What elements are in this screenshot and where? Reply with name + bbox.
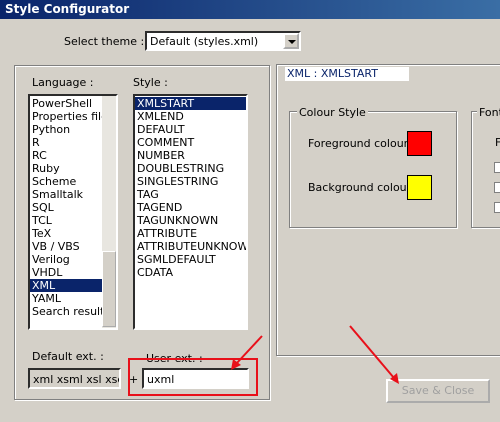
- arrow-to-save-button: [349, 325, 395, 379]
- annotation-overlay: [128, 325, 399, 396]
- style-configurator-window: Style Configurator Select theme : Defaul…: [0, 0, 500, 422]
